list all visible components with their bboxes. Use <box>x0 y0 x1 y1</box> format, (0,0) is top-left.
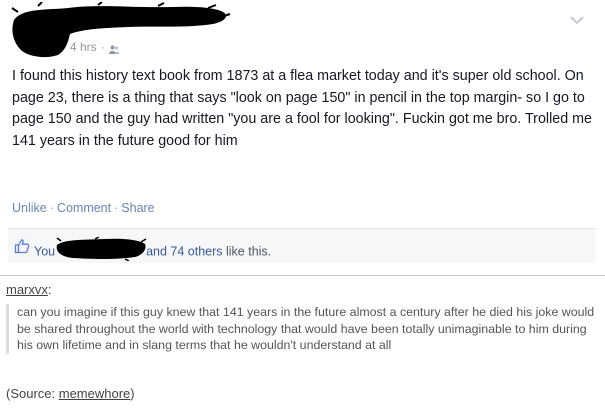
action-separator: · <box>49 201 54 215</box>
likes-bar: You and 74 others like this. <box>8 228 596 263</box>
reblog-quote: can you imagine if this guy knew that 14… <box>6 304 600 354</box>
source-credit: (Source: memewhore) <box>6 386 135 401</box>
divider <box>0 275 605 276</box>
people-icon <box>108 43 119 54</box>
meta-separator: · <box>100 40 105 54</box>
comment-link[interactable]: Comment <box>57 201 111 215</box>
post-actions: Unlike · Comment · Share <box>12 201 155 215</box>
likes-others-link[interactable]: and 74 others <box>146 244 222 258</box>
source-link[interactable]: memewhore <box>59 386 131 401</box>
redacted-liker-name <box>55 236 147 262</box>
source-prefix: (Source: <box>6 386 59 401</box>
reblog-author-link[interactable]: marxvx <box>6 282 48 297</box>
reblog-author: marxvx: <box>6 282 52 297</box>
share-link[interactable]: Share <box>121 201 154 215</box>
source-suffix: ) <box>130 386 135 401</box>
likes-summary: You and 74 others like this. <box>34 236 272 264</box>
chevron-down-icon[interactable] <box>570 12 584 25</box>
facebook-post: 4 hrs · I found this history text book f… <box>0 0 605 275</box>
redacted-author-name <box>8 2 233 58</box>
post-meta: 4 hrs · <box>70 40 119 54</box>
thumbs-up-icon <box>14 238 30 254</box>
likes-you-link[interactable]: You <box>34 244 55 258</box>
unlike-link[interactable]: Unlike <box>12 201 47 215</box>
reblog-author-colon: : <box>47 282 52 297</box>
action-separator: · <box>114 201 119 215</box>
likes-suffix: like this. <box>226 244 272 259</box>
post-timestamp[interactable]: 4 hrs <box>70 40 97 54</box>
post-body: I found this history text book from 1873… <box>12 68 592 149</box>
